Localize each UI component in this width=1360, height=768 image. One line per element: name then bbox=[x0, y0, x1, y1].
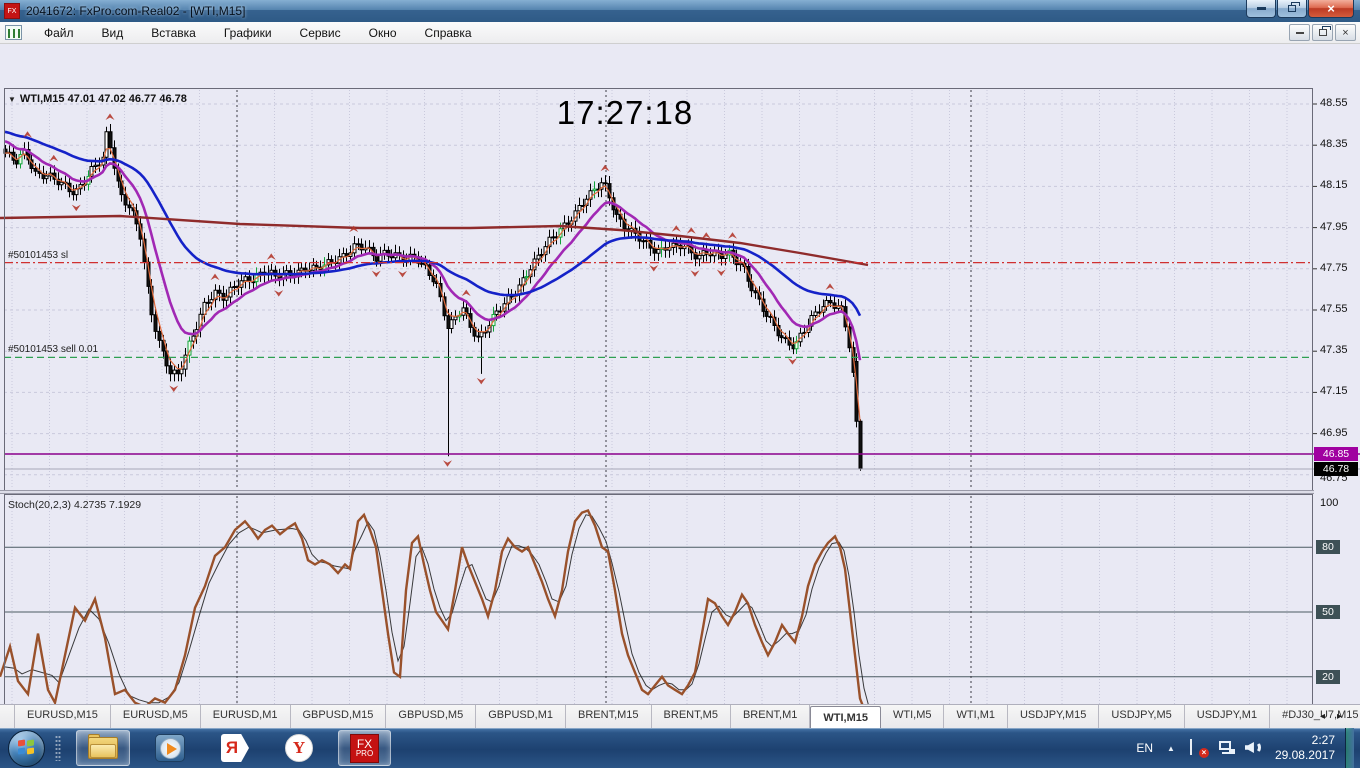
chart-tab-EURUSD,M1[interactable]: EURUSD,M1 bbox=[201, 705, 291, 728]
fxpro-icon: FXPRO bbox=[350, 734, 379, 763]
menu-Окно[interactable]: Окно bbox=[355, 23, 411, 43]
chart-tab-EURUSD,M5[interactable]: EURUSD,M5 bbox=[111, 705, 201, 728]
price-axis-tick: 47.75 bbox=[1320, 262, 1348, 274]
action-center-flag-icon[interactable]: × bbox=[1189, 739, 1207, 757]
child-close-button[interactable]: × bbox=[1335, 24, 1356, 41]
price-axis-tick: 47.95 bbox=[1320, 221, 1348, 233]
stochastic-indicator-label: Stoch(20,2,3) 4.2735 7.1929 bbox=[8, 499, 141, 511]
desktop: ▼WTI,M15 47.01 47.02 46.77 46.78 17:27:1… bbox=[0, 0, 1360, 768]
tray-clock[interactable]: 2:27 29.08.2017 bbox=[1275, 733, 1335, 763]
tab-scroll-left-icon[interactable]: ◂ bbox=[1320, 711, 1337, 722]
chart-tab-USDJPY,M15[interactable]: USDJPY,M15 bbox=[1008, 705, 1099, 728]
chart-tab-BRENT,M15[interactable]: BRENT,M15 bbox=[566, 705, 652, 728]
fxpro-taskbar-button[interactable]: FXPRO bbox=[338, 730, 391, 766]
tab-scroll-right-icon[interactable]: ▸ bbox=[1337, 711, 1354, 722]
menu-Вставка[interactable]: Вставка bbox=[137, 23, 210, 43]
chart-tab-EURUSD,M15[interactable]: EURUSD,M15 bbox=[14, 705, 111, 728]
menu-Справка[interactable]: Справка bbox=[411, 23, 486, 43]
tray-expand-icon[interactable]: ▲ bbox=[1167, 744, 1175, 753]
symbol-ohlc-line: ▼WTI,M15 47.01 47.02 46.77 46.78 bbox=[8, 93, 187, 105]
menu-bar: ФайлВидВставкаГрафикиСервисОкноСправка × bbox=[0, 22, 1360, 44]
taskbar-separator bbox=[55, 735, 61, 761]
pane-splitter[interactable] bbox=[0, 490, 1314, 494]
windows-taskbar: Я Y FXPRO EN ▲ × 2:27 29.08.2017 bbox=[0, 728, 1360, 768]
yandex-browser-taskbar-button[interactable]: Y bbox=[274, 730, 324, 766]
price-axis-tick: 47.55 bbox=[1320, 303, 1348, 315]
candle-countdown-clock: 17:27:18 bbox=[540, 94, 710, 132]
close-button[interactable]: × bbox=[1308, 0, 1354, 18]
folder-icon bbox=[88, 737, 118, 759]
chevron-down-icon[interactable]: ▼ bbox=[8, 95, 16, 104]
chart-tab-WTI,M15[interactable]: WTI,M15 bbox=[810, 706, 881, 729]
yandex-icon: Я bbox=[221, 734, 249, 762]
price-axis-tick: 48.55 bbox=[1320, 97, 1348, 109]
fxpro-app-icon[interactable]: FX bbox=[4, 3, 20, 19]
media-player-icon bbox=[155, 734, 185, 762]
child-restore-button[interactable] bbox=[1312, 24, 1333, 41]
price-axis-tick: 47.15 bbox=[1320, 385, 1348, 397]
chart-tab-BRENT,M1[interactable]: BRENT,M1 bbox=[731, 705, 810, 728]
order-line-label: #50101453 sl bbox=[8, 250, 68, 261]
chart-canvas[interactable]: ▼WTI,M15 47.01 47.02 46.77 46.78 17:27:1… bbox=[0, 44, 1360, 704]
network-icon[interactable] bbox=[1217, 739, 1235, 757]
window-title: 2041672: FxPro.com-Real02 - [WTI,M15] bbox=[26, 4, 245, 18]
menu-Вид[interactable]: Вид bbox=[88, 23, 138, 43]
stoch-level-badge: 20 bbox=[1316, 670, 1340, 684]
chart-tab-GBPUSD,M5[interactable]: GBPUSD,M5 bbox=[386, 705, 476, 728]
chart-tab-BRENT,M5[interactable]: BRENT,M5 bbox=[652, 705, 731, 728]
chart-tab-GBPUSD,M15[interactable]: GBPUSD,M15 bbox=[291, 705, 387, 728]
price-axis-tick: 48.15 bbox=[1320, 179, 1348, 191]
price-axis-tick: 46.95 bbox=[1320, 427, 1348, 439]
chart-graphics bbox=[0, 44, 1360, 768]
bid-price-badge: 46.78 bbox=[1314, 462, 1358, 476]
chart-tab-bar: EURUSD,M15EURUSD,M5EURUSD,M1GBPUSD,M15GB… bbox=[0, 704, 1360, 728]
stoch-axis-tick: 100 bbox=[1320, 497, 1338, 509]
minimize-button[interactable] bbox=[1246, 0, 1276, 18]
child-minimize-button[interactable] bbox=[1289, 24, 1310, 41]
restore-button[interactable] bbox=[1277, 0, 1307, 18]
price-axis-tick: 48.35 bbox=[1320, 138, 1348, 150]
stoch-level-badge: 50 bbox=[1316, 605, 1340, 619]
show-desktop-button[interactable] bbox=[1345, 728, 1354, 768]
language-indicator[interactable]: EN bbox=[1136, 741, 1153, 755]
yandex-browser-icon: Y bbox=[285, 734, 313, 762]
chart-tab-WTI,M1[interactable]: WTI,M1 bbox=[944, 705, 1008, 728]
chart-tab-USDJPY,M5[interactable]: USDJPY,M5 bbox=[1099, 705, 1184, 728]
volume-icon[interactable] bbox=[1245, 739, 1263, 757]
chart-tab-GBPUSD,M1[interactable]: GBPUSD,M1 bbox=[476, 705, 566, 728]
yandex-search-taskbar-button[interactable]: Я bbox=[210, 730, 260, 766]
order-line-label: #50101453 sell 0.01 bbox=[8, 344, 98, 355]
stoch-level-badge: 80 bbox=[1316, 540, 1340, 554]
chart-tab-USDJPY,M1[interactable]: USDJPY,M1 bbox=[1185, 705, 1270, 728]
ask-price-badge: 46.85 bbox=[1314, 447, 1358, 461]
media-player-taskbar-button[interactable] bbox=[144, 730, 196, 766]
chart-tab-WTI,M5[interactable]: WTI,M5 bbox=[881, 705, 945, 728]
menu-Сервис[interactable]: Сервис bbox=[286, 23, 355, 43]
price-axis-tick: 47.35 bbox=[1320, 344, 1348, 356]
menu-Файл[interactable]: Файл bbox=[30, 23, 88, 43]
start-button[interactable] bbox=[8, 730, 45, 767]
explorer-taskbar-button[interactable] bbox=[76, 730, 130, 766]
menu-Графики[interactable]: Графики bbox=[210, 23, 286, 43]
chart-window-icon[interactable] bbox=[5, 25, 22, 40]
title-bar: FX 2041672: FxPro.com-Real02 - [WTI,M15]… bbox=[0, 0, 1360, 22]
